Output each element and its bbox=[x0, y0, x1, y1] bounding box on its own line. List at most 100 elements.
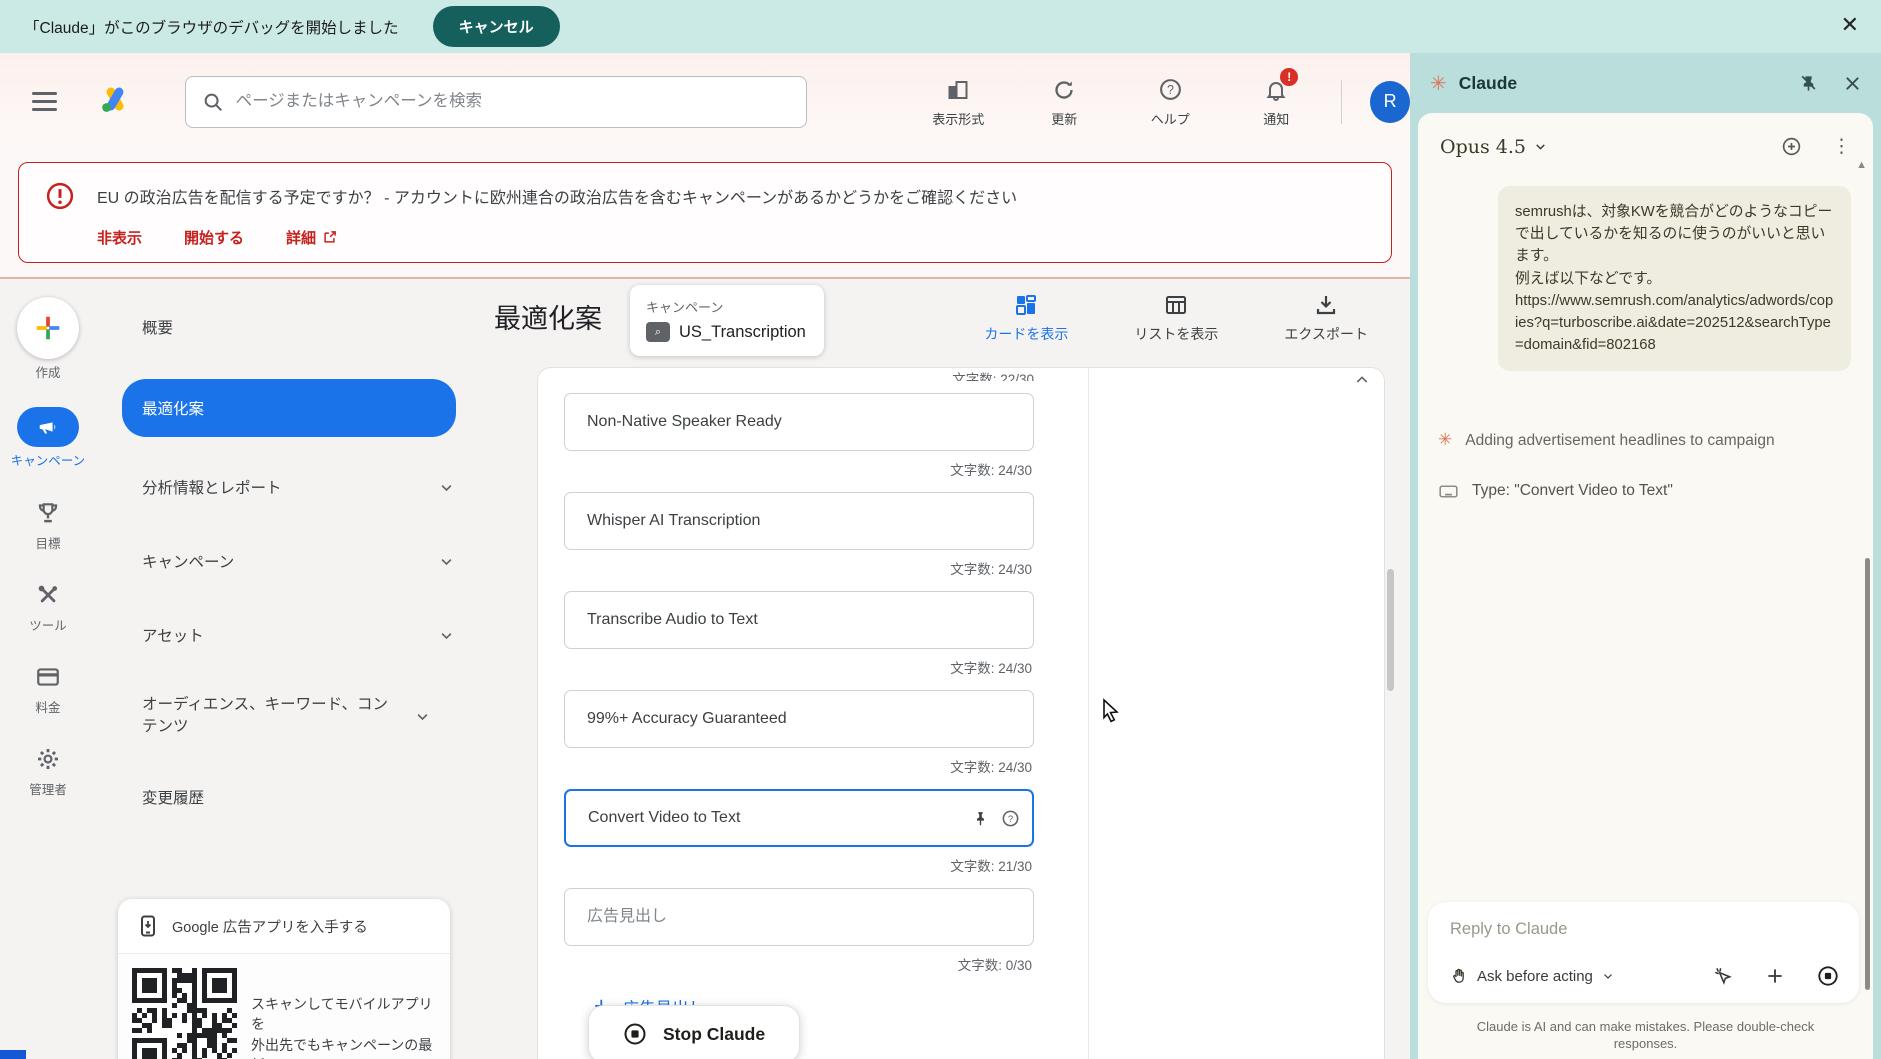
claude-logo-icon: ✳ bbox=[1430, 71, 1447, 96]
megaphone-icon bbox=[17, 407, 79, 447]
cursor-action-icon[interactable] bbox=[1713, 966, 1733, 986]
subnav-campaigns[interactable]: キャンペーン bbox=[122, 539, 480, 583]
subnav-change-history[interactable]: 変更履歴 bbox=[122, 775, 480, 819]
trophy-icon bbox=[35, 496, 61, 530]
export-button[interactable]: エクスポート bbox=[1284, 293, 1368, 344]
keyboard-icon bbox=[1438, 481, 1459, 502]
notification-badge: ! bbox=[1280, 68, 1298, 86]
promo-description: スキャンしてモバイルアプリを 外出先でもキャンペーンの最新 bbox=[251, 968, 438, 1059]
warning-text: EU の政治広告を配信する予定ですか？ - アカウントに欧州連合の政治広告を含む… bbox=[97, 184, 1017, 208]
subnav-assets[interactable]: アセット bbox=[122, 613, 480, 657]
headline-field-focused: ? bbox=[564, 789, 1034, 847]
headline-input-5[interactable] bbox=[564, 789, 1034, 847]
rail-item-campaigns[interactable]: キャンペーン bbox=[5, 407, 91, 469]
display-format-button[interactable]: 表示形式 bbox=[929, 76, 987, 128]
account-avatar[interactable]: R bbox=[1370, 81, 1410, 123]
headline-count: 文字数: 21/30 bbox=[564, 855, 1032, 875]
stop-circle-icon bbox=[623, 1022, 647, 1046]
google-ads-page: 表示形式 更新 ? ヘルプ ! bbox=[0, 53, 1410, 1059]
claude-spark-icon: ✳ bbox=[1438, 430, 1452, 450]
menu-icon[interactable] bbox=[32, 87, 57, 116]
headline-count: 文字数: 24/30 bbox=[564, 756, 1032, 776]
chevron-down-icon bbox=[439, 554, 454, 569]
download-icon bbox=[1314, 293, 1338, 317]
ads-header: 表示形式 更新 ? ヘルプ ! bbox=[0, 53, 1410, 150]
headline-count: 文字数: 24/30 bbox=[564, 459, 1032, 479]
reply-input[interactable] bbox=[1450, 920, 1839, 939]
record-stop-icon[interactable] bbox=[1817, 965, 1839, 987]
attach-plus-icon[interactable] bbox=[1765, 966, 1785, 986]
rail-item-tools[interactable]: ツール bbox=[5, 578, 91, 634]
refresh-icon bbox=[1052, 76, 1076, 104]
chevron-down-icon[interactable] bbox=[1534, 140, 1547, 153]
headline-field-empty bbox=[564, 888, 1034, 946]
promo-title: Google 広告アプリを入手する bbox=[172, 916, 368, 937]
chevron-down-icon bbox=[1602, 970, 1614, 982]
subnav-overview[interactable]: 概要 bbox=[122, 305, 480, 349]
left-icon-rail: 作成 キャンペーン 目標 bbox=[0, 279, 96, 1059]
warning-hide-link[interactable]: 非表示 bbox=[97, 227, 142, 248]
external-link-icon bbox=[322, 230, 337, 245]
claude-status: ✳ Adding advertisement headlines to camp… bbox=[1438, 429, 1843, 452]
eu-political-ads-warning: EU の政治広告を配信する予定ですか？ - アカウントに欧州連合の政治広告を含む… bbox=[18, 162, 1392, 263]
campaign-selector-chip[interactable]: キャンペーン ⌕ US_Transcription bbox=[630, 285, 824, 356]
permission-mode-button[interactable]: Ask before acting bbox=[1450, 967, 1614, 985]
card-divider bbox=[1088, 368, 1089, 1059]
rail-item-admin[interactable]: 管理者 bbox=[5, 742, 91, 798]
rail-item-goals[interactable]: 目標 bbox=[5, 496, 91, 552]
headline-count: 文字数: 0/30 bbox=[564, 954, 1032, 974]
gear-icon bbox=[35, 742, 61, 776]
headline-input-3[interactable] bbox=[564, 591, 1034, 649]
help-button[interactable]: ? ヘルプ bbox=[1141, 76, 1199, 128]
billing-card-icon bbox=[35, 660, 61, 694]
scroll-up-arrow-icon[interactable]: ▲ bbox=[1856, 159, 1867, 171]
refresh-button[interactable]: 更新 bbox=[1035, 76, 1093, 128]
campaign-chip-label: キャンペーン bbox=[646, 297, 806, 316]
headlines-card: 文字数: 22/30 文字数: 24/30 文字数: 24/30 文字数: bbox=[537, 367, 1385, 1059]
headline-count-clipped: 文字数: 22/30 bbox=[564, 368, 1034, 381]
google-ads-logo-icon[interactable] bbox=[97, 83, 133, 120]
model-selector[interactable]: Opus 4.5 bbox=[1440, 136, 1526, 158]
new-chat-icon[interactable] bbox=[1781, 136, 1802, 157]
debug-message: 「Claude」がこのブラウザのデバッグを開始しました bbox=[24, 16, 399, 38]
unpin-icon[interactable] bbox=[1799, 74, 1818, 93]
mobile-app-promo-card: Google 広告アプリを入手する スキャンしてモバイルアプリを 外出先でもキャ… bbox=[118, 899, 450, 1059]
rail-item-create[interactable]: 作成 bbox=[5, 297, 91, 381]
reply-composer: Ask before acting bbox=[1428, 902, 1859, 1003]
list-view-button[interactable]: リストを表示 bbox=[1134, 293, 1218, 344]
user-message-bubble: semrushは、対象KWを競合がどのようなコピーで出しているかを知るのに使うの… bbox=[1498, 186, 1851, 371]
headline-input-2[interactable] bbox=[564, 492, 1034, 550]
chevron-down-icon bbox=[439, 628, 454, 643]
chevron-up-icon[interactable] bbox=[1354, 372, 1370, 388]
search-icon bbox=[202, 91, 224, 113]
pin-icon[interactable] bbox=[972, 810, 989, 827]
search-input[interactable] bbox=[236, 92, 791, 111]
more-options-icon[interactable]: ⋮ bbox=[1832, 135, 1851, 158]
debug-close-icon[interactable]: ✕ bbox=[1841, 14, 1859, 36]
headline-input-4[interactable] bbox=[564, 690, 1034, 748]
close-panel-icon[interactable] bbox=[1844, 75, 1861, 92]
headline-count: 文字数: 24/30 bbox=[564, 657, 1032, 677]
help-circle-icon[interactable]: ? bbox=[1001, 809, 1020, 828]
rail-item-billing[interactable]: 料金 bbox=[5, 660, 91, 716]
stop-claude-button[interactable]: Stop Claude bbox=[588, 1005, 800, 1059]
subnav-audiences-keywords-content[interactable]: オーディエンス、キーワード、コンテンツ bbox=[122, 687, 456, 745]
card-view-button[interactable]: カードを表示 bbox=[984, 293, 1068, 344]
search-bar[interactable] bbox=[185, 76, 808, 128]
claude-action: Type: "Convert Video to Text" bbox=[1438, 481, 1843, 502]
notifications-button[interactable]: ! 通知 bbox=[1247, 76, 1305, 128]
subnav-optimization[interactable]: 最適化案 bbox=[122, 379, 456, 437]
claude-scrollbar-thumb[interactable] bbox=[1865, 558, 1870, 990]
headline-input-1[interactable] bbox=[564, 393, 1034, 451]
warning-details-link[interactable]: 詳細 bbox=[286, 227, 337, 248]
warning-start-link[interactable]: 開始する bbox=[184, 227, 244, 248]
hand-icon bbox=[1450, 967, 1468, 985]
claude-sidebar: ✳ Claude Opus 4.5 ⋮ ▲ semrushは bbox=[1410, 53, 1881, 1059]
qr-code bbox=[132, 968, 237, 1059]
page-scrollbar-thumb[interactable] bbox=[1387, 569, 1394, 691]
headline-input-6[interactable] bbox=[564, 888, 1034, 946]
campaign-subnav: 概要 最適化案 分析情報とレポート キャンペーン アセット オーディエンス、キー… bbox=[96, 279, 480, 1059]
display-format-icon bbox=[946, 76, 970, 104]
debug-cancel-button[interactable]: キャンセル bbox=[433, 6, 560, 47]
subnav-insights-reports[interactable]: 分析情報とレポート bbox=[122, 465, 480, 509]
